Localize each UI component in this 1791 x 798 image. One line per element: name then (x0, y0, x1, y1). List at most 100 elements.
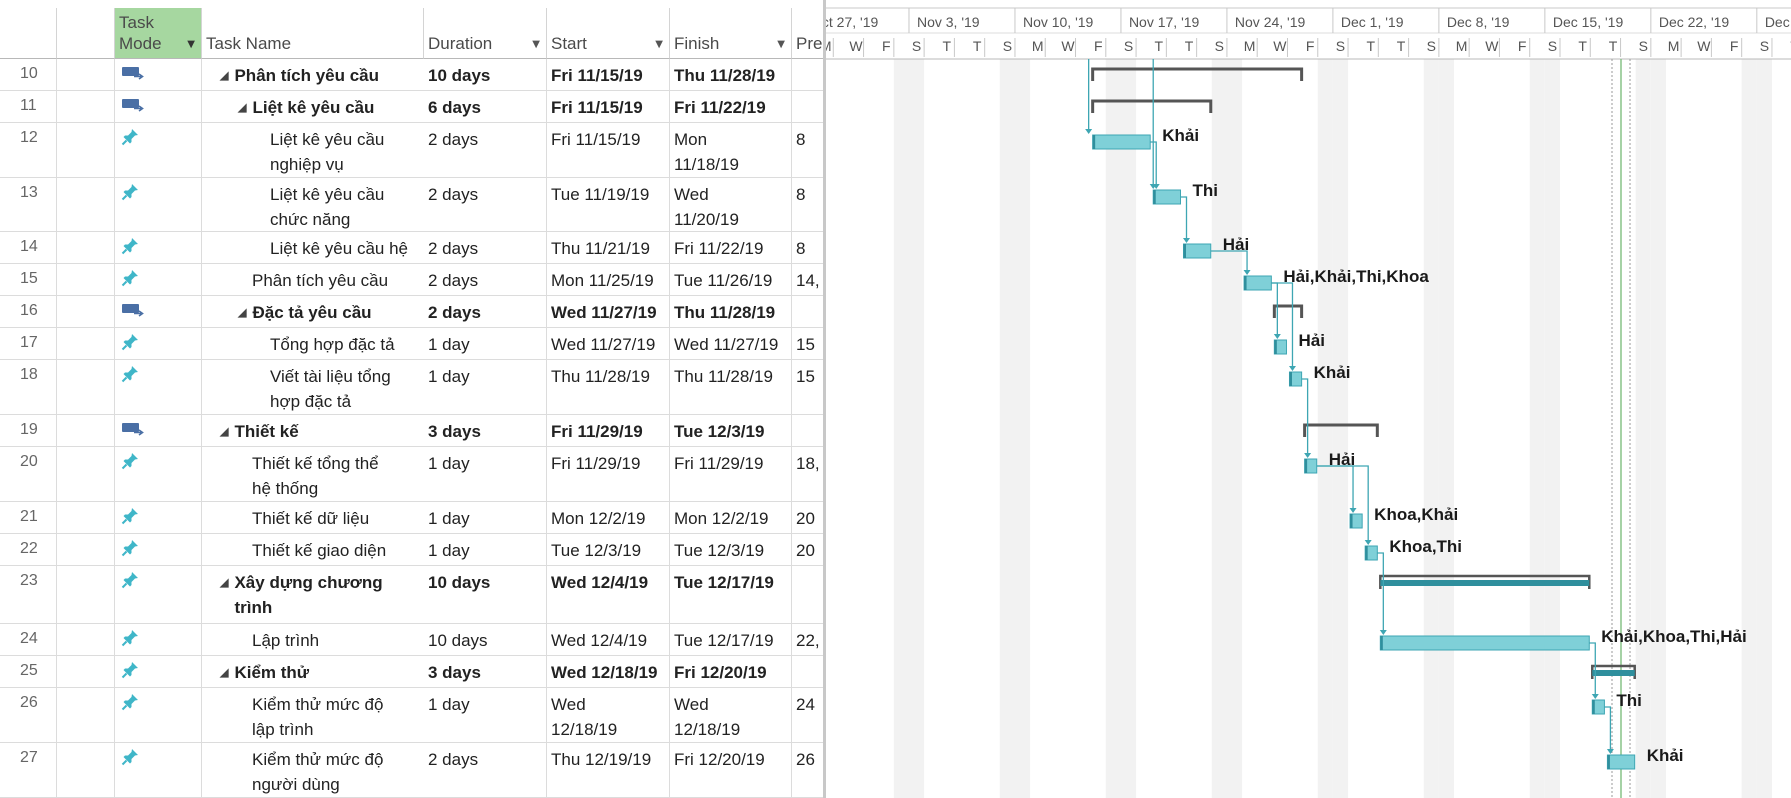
task-mode-cell[interactable] (115, 264, 202, 295)
task-mode-cell[interactable] (115, 178, 202, 231)
task-name-cell[interactable]: ◢ Kiểm thử (202, 656, 424, 687)
predecessors-cell[interactable] (792, 415, 823, 446)
header-duration[interactable]: Duration ▼ (424, 8, 547, 59)
header-task-mode[interactable]: Task Mode ▼ (115, 8, 202, 59)
row-id-cell[interactable]: 18 (0, 360, 57, 414)
start-cell[interactable]: Wed 12/4/19 (547, 624, 670, 655)
summary-bar[interactable] (1272, 304, 1304, 318)
task-mode-cell[interactable] (115, 232, 202, 263)
predecessors-cell[interactable]: 18, (792, 447, 823, 501)
predecessors-cell[interactable] (792, 296, 823, 327)
chevron-down-icon[interactable]: ▼ (532, 39, 540, 50)
header-finish[interactable]: Finish ▼ (670, 8, 792, 59)
duration-cell[interactable]: 2 days (424, 743, 547, 797)
indicator-cell[interactable] (57, 534, 115, 565)
task-name-cell[interactable]: ◢ Thiết kế (202, 415, 424, 446)
task-name-cell[interactable]: Kiểm thử mức độ lập trình (202, 688, 424, 742)
table-row[interactable]: 20 Thiết kế tổng thể hệ thống 1 day Fri 11/2… (0, 447, 823, 502)
collapse-toggle-icon[interactable]: ◢ (220, 577, 228, 589)
start-cell[interactable]: Wed 11/27/19 (547, 296, 670, 327)
indicator-cell[interactable] (57, 91, 115, 122)
dependency-link[interactable] (1301, 378, 1309, 457)
predecessors-cell[interactable] (792, 566, 823, 623)
table-row[interactable]: 24 Lập trình 10 days Wed 12/4/19 Tue 12/17/1… (0, 624, 823, 656)
row-id-cell[interactable]: 26 (0, 688, 57, 742)
finish-cell[interactable]: Fri 12/20/19 (670, 656, 792, 687)
finish-cell[interactable]: Tue 12/17/19 (670, 624, 792, 655)
finish-cell[interactable]: Tue 12/3/19 (670, 534, 792, 565)
row-id-cell[interactable]: 16 (0, 296, 57, 327)
duration-cell[interactable]: 2 days (424, 123, 547, 177)
predecessors-cell[interactable]: 8 (792, 232, 823, 263)
indicator-cell[interactable] (57, 502, 115, 533)
duration-cell[interactable]: 2 days (424, 232, 547, 263)
row-id-cell[interactable]: 22 (0, 534, 57, 565)
row-id-cell[interactable]: 12 (0, 123, 57, 177)
task-mode-cell[interactable] (115, 447, 202, 501)
indicator-cell[interactable] (57, 656, 115, 687)
collapse-toggle-icon[interactable]: ◢ (220, 667, 228, 679)
chevron-down-icon[interactable]: ▼ (187, 39, 195, 50)
row-id-cell[interactable]: 25 (0, 656, 57, 687)
task-name-cell[interactable]: ◢ Xây dựng chương trình (202, 566, 424, 623)
task-mode-cell[interactable] (115, 534, 202, 565)
finish-cell[interactable]: Thu 11/28/19 (670, 59, 792, 90)
duration-cell[interactable]: 6 days (424, 91, 547, 122)
indicator-cell[interactable] (57, 566, 115, 623)
finish-cell[interactable]: Fri 11/29/19 (670, 447, 792, 501)
indicator-cell[interactable] (57, 360, 115, 414)
collapse-toggle-icon[interactable]: ◢ (220, 426, 228, 438)
finish-cell[interactable]: Tue 12/3/19 (670, 415, 792, 446)
indicator-cell[interactable] (57, 743, 115, 797)
row-id-cell[interactable]: 14 (0, 232, 57, 263)
row-id-cell[interactable]: 15 (0, 264, 57, 295)
indicator-cell[interactable] (57, 328, 115, 359)
duration-cell[interactable]: 2 days (424, 178, 547, 231)
start-cell[interactable]: Fri 11/15/19 (547, 59, 670, 90)
row-id-cell[interactable]: 11 (0, 91, 57, 122)
predecessors-cell[interactable]: 14, (792, 264, 823, 295)
table-row[interactable]: 17 Tổng hợp đặc tả 1 day Wed 11/27/19 Wed 11… (0, 328, 823, 360)
task-mode-cell[interactable] (115, 743, 202, 797)
finish-cell[interactable]: Tue 12/17/19 (670, 566, 792, 623)
task-mode-cell[interactable] (115, 688, 202, 742)
finish-cell[interactable]: Thu 11/28/19 (670, 296, 792, 327)
task-name-cell[interactable]: Viết tài liệu tổng hợp đặc tả (202, 360, 424, 414)
indicator-cell[interactable] (57, 178, 115, 231)
indicator-cell[interactable] (57, 447, 115, 501)
table-row[interactable]: 22 Thiết kế giao diện 1 day Tue 12/3/19 Tue … (0, 534, 823, 566)
indicator-cell[interactable] (57, 123, 115, 177)
start-cell[interactable]: Tue 12/3/19 (547, 534, 670, 565)
duration-cell[interactable]: 1 day (424, 328, 547, 359)
finish-cell[interactable]: Mon 11/18/19 (670, 123, 792, 177)
start-cell[interactable]: Tue 11/19/19 (547, 178, 670, 231)
table-row[interactable]: 10 ◢ Phân tích yêu cầu 10 days Fri 11/15/19 T… (0, 59, 823, 91)
predecessors-cell[interactable]: 22, (792, 624, 823, 655)
finish-cell[interactable]: Thu 11/28/19 (670, 360, 792, 414)
task-bar[interactable] (1183, 243, 1212, 259)
task-name-cell[interactable]: ◢ Phân tích yêu cầu (202, 59, 424, 90)
start-cell[interactable]: Thu 11/28/19 (547, 360, 670, 414)
task-mode-cell[interactable] (115, 360, 202, 414)
start-cell[interactable]: Wed 12/18/19 (547, 656, 670, 687)
table-row[interactable]: 12 Liệt kê yêu cầu nghiệp vụ 2 days Fri 11/1… (0, 123, 823, 178)
task-name-cell[interactable]: Thiết kế tổng thể hệ thống (202, 447, 424, 501)
duration-cell[interactable]: 1 day (424, 502, 547, 533)
header-id[interactable] (0, 8, 57, 59)
duration-cell[interactable]: 1 day (424, 447, 547, 501)
row-id-cell[interactable]: 19 (0, 415, 57, 446)
start-cell[interactable]: Wed 11/27/19 (547, 328, 670, 359)
task-mode-cell[interactable] (115, 296, 202, 327)
predecessors-cell[interactable] (792, 59, 823, 90)
predecessors-cell[interactable] (792, 91, 823, 122)
row-id-cell[interactable]: 10 (0, 59, 57, 90)
dependency-link[interactable] (1377, 552, 1384, 634)
finish-cell[interactable]: Wed 11/20/19 (670, 178, 792, 231)
predecessors-cell[interactable]: 20 (792, 502, 823, 533)
task-name-cell[interactable]: ◢ Liệt kê yêu cầu (202, 91, 424, 122)
table-row[interactable]: 25 ◢ Kiểm thử 3 days Wed 12/18/19 Fri 12/20/1… (0, 656, 823, 688)
dependency-link[interactable] (1271, 282, 1294, 370)
indicator-cell[interactable] (57, 688, 115, 742)
task-bar[interactable] (1092, 134, 1151, 150)
collapse-toggle-icon[interactable]: ◢ (238, 102, 246, 114)
